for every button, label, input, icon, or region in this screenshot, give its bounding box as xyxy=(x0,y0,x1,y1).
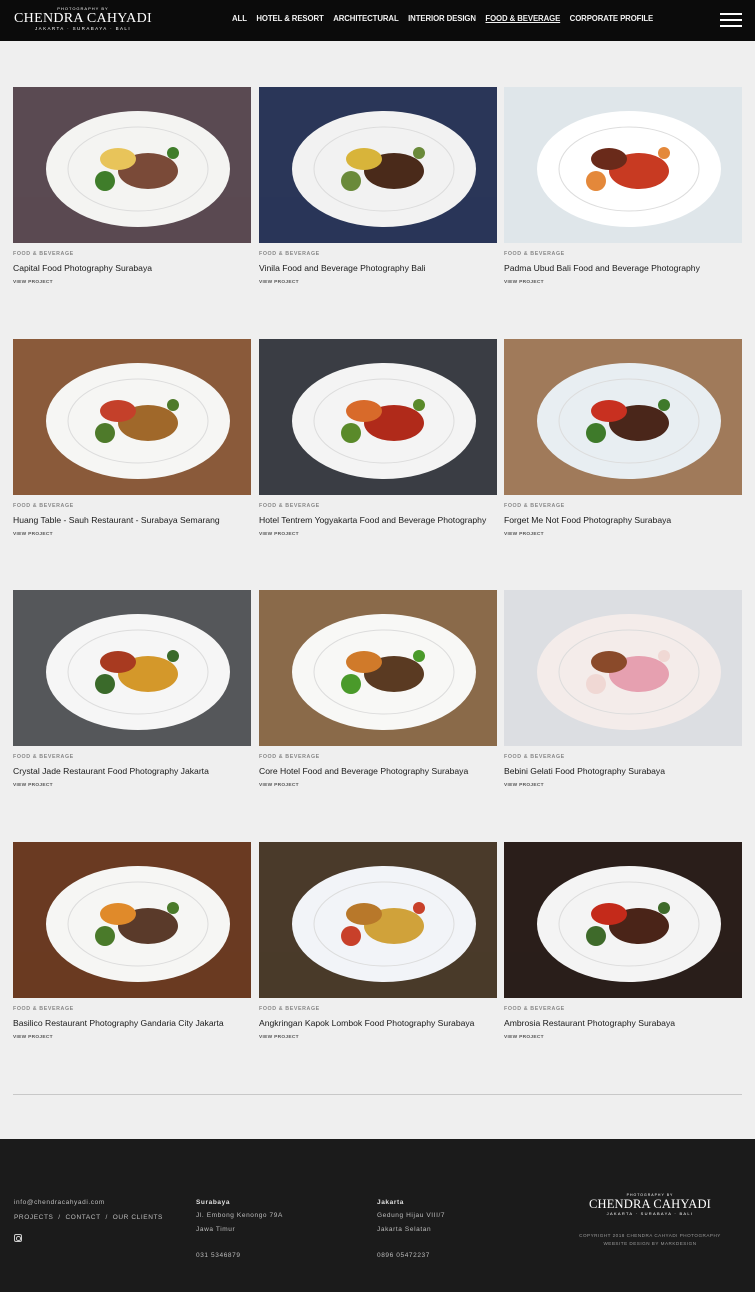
project-category: FOOD & BEVERAGE xyxy=(259,503,320,509)
project-title[interactable]: Bebini Gelati Food Photography Surabaya xyxy=(504,766,665,776)
project-photo[interactable] xyxy=(259,87,497,243)
footer-link-clients[interactable]: OUR CLIENTS xyxy=(113,1214,163,1221)
project-photo[interactable] xyxy=(259,842,497,998)
project-category: FOOD & BEVERAGE xyxy=(504,503,565,509)
project-card[interactable]: FOOD & BEVERAGE Bebini Gelati Food Photog… xyxy=(504,590,742,788)
surabaya-city: Surabaya xyxy=(196,1199,231,1206)
footer-copyright-block: COPYRIGHT 2018 CHENDRA CAHYADI PHOTOGRAP… xyxy=(570,1232,730,1248)
project-category: FOOD & BEVERAGE xyxy=(13,1006,74,1012)
copyright-text: COPYRIGHT 2018 CHENDRA CAHYADI PHOTOGRAP… xyxy=(579,1233,721,1238)
nav-corporate-profile[interactable]: CORPORATE PROFILE xyxy=(570,14,654,23)
design-credit: WEBSITE DESIGN BY MARKDESIGN xyxy=(603,1241,697,1246)
project-category: FOOD & BEVERAGE xyxy=(504,251,565,257)
jakarta-city: Jakarta xyxy=(377,1199,404,1206)
main-nav: ALL HOTEL & RESORT ARCHITECTURAL INTERIO… xyxy=(232,14,663,23)
surabaya-address: Jl. Embong Kenongo 79A xyxy=(196,1212,283,1219)
project-category: FOOD & BEVERAGE xyxy=(504,754,565,760)
project-title[interactable]: Angkringan Kapok Lombok Food Photography… xyxy=(259,1018,474,1028)
logo-name: CHENDRA CAHYADI xyxy=(14,11,152,26)
project-card[interactable]: FOOD & BEVERAGE Padma Ubud Bali Food and … xyxy=(504,87,742,285)
footer-email[interactable]: info@chendracahyadi.com xyxy=(14,1199,105,1206)
view-project-link[interactable]: VIEW PROJECT xyxy=(13,1035,53,1040)
project-card[interactable]: FOOD & BEVERAGE Huang Table - Sauh Restau… xyxy=(13,339,251,537)
project-category: FOOD & BEVERAGE xyxy=(504,1006,565,1012)
project-photo[interactable] xyxy=(259,590,497,746)
project-card[interactable]: FOOD & BEVERAGE Hotel Tentrem Yogyakarta … xyxy=(259,339,497,537)
site-footer: info@chendracahyadi.com PROJECTS / CONTA… xyxy=(0,1139,755,1292)
project-category: FOOD & BEVERAGE xyxy=(13,754,74,760)
project-photo[interactable] xyxy=(13,590,251,746)
view-project-link[interactable]: VIEW PROJECT xyxy=(504,532,544,537)
project-title[interactable]: Capital Food Photography Surabaya xyxy=(13,263,152,273)
project-photo[interactable] xyxy=(13,842,251,998)
view-project-link[interactable]: VIEW PROJECT xyxy=(504,1035,544,1040)
view-project-link[interactable]: VIEW PROJECT xyxy=(259,783,299,788)
project-card[interactable]: FOOD & BEVERAGE Core Hotel Food and Bever… xyxy=(259,590,497,788)
nav-interior-design[interactable]: INTERIOR DESIGN xyxy=(408,14,476,23)
nav-architectural[interactable]: ARCHITECTURAL xyxy=(333,14,399,23)
view-project-link[interactable]: VIEW PROJECT xyxy=(259,1035,299,1040)
view-project-link[interactable]: VIEW PROJECT xyxy=(13,280,53,285)
project-card[interactable]: FOOD & BEVERAGE Angkringan Kapok Lombok F… xyxy=(259,842,497,1040)
hamburger-icon[interactable] xyxy=(720,13,742,27)
footer-link-contact[interactable]: CONTACT xyxy=(66,1214,101,1221)
footer-link-projects[interactable]: PROJECTS xyxy=(14,1214,53,1221)
nav-food-beverage[interactable]: FOOD & BEVERAGE xyxy=(485,14,560,23)
project-category: FOOD & BEVERAGE xyxy=(259,251,320,257)
project-card[interactable]: FOOD & BEVERAGE Basilico Restaurant Photo… xyxy=(13,842,251,1040)
project-card[interactable]: FOOD & BEVERAGE Vinila Food and Beverage … xyxy=(259,87,497,285)
project-card[interactable]: FOOD & BEVERAGE Ambrosia Restaurant Photo… xyxy=(504,842,742,1040)
surabaya-region: Jawa Timur xyxy=(196,1226,236,1233)
view-project-link[interactable]: VIEW PROJECT xyxy=(13,783,53,788)
jakarta-region: Jakarta Selatan xyxy=(377,1226,432,1233)
project-title[interactable]: Hotel Tentrem Yogyakarta Food and Bevera… xyxy=(259,515,486,525)
project-category: FOOD & BEVERAGE xyxy=(13,251,74,257)
project-title[interactable]: Ambrosia Restaurant Photography Surabaya xyxy=(504,1018,675,1028)
nav-all[interactable]: ALL xyxy=(232,14,247,23)
project-category: FOOD & BEVERAGE xyxy=(259,1006,320,1012)
site-header: PHOTOGRAPHY BY CHENDRA CAHYADI JAKARTA ·… xyxy=(0,0,755,41)
project-card[interactable]: FOOD & BEVERAGE Crystal Jade Restaurant F… xyxy=(13,590,251,788)
instagram-icon[interactable] xyxy=(14,1234,22,1242)
view-project-link[interactable]: VIEW PROJECT xyxy=(504,783,544,788)
view-project-link[interactable]: VIEW PROJECT xyxy=(13,532,53,537)
surabaya-phone[interactable]: 031 5346879 xyxy=(196,1252,241,1259)
jakarta-phone[interactable]: 0896 05472237 xyxy=(377,1252,430,1259)
project-title[interactable]: Core Hotel Food and Beverage Photography… xyxy=(259,766,468,776)
view-project-link[interactable]: VIEW PROJECT xyxy=(504,280,544,285)
project-photo[interactable] xyxy=(259,339,497,495)
project-title[interactable]: Forget Me Not Food Photography Surabaya xyxy=(504,515,671,525)
project-photo[interactable] xyxy=(504,339,742,495)
project-photo[interactable] xyxy=(504,87,742,243)
project-title[interactable]: Padma Ubud Bali Food and Beverage Photog… xyxy=(504,263,700,273)
footer-divider xyxy=(13,1094,742,1095)
project-photo[interactable] xyxy=(504,842,742,998)
logo-cities: JAKARTA · SURABAYA · BALI xyxy=(35,26,131,31)
footer-links: PROJECTS / CONTACT / OUR CLIENTS xyxy=(14,1214,163,1221)
footer-logo-name: CHENDRA CAHYADI xyxy=(588,1197,712,1211)
footer-logo: PHOTOGRAPHY BY CHENDRA CAHYADI JAKARTA ·… xyxy=(588,1193,712,1217)
project-title[interactable]: Vinila Food and Beverage Photography Bal… xyxy=(259,263,426,273)
project-title[interactable]: Crystal Jade Restaurant Food Photography… xyxy=(13,766,209,776)
project-title[interactable]: Basilico Restaurant Photography Gandaria… xyxy=(13,1018,224,1028)
view-project-link[interactable]: VIEW PROJECT xyxy=(259,532,299,537)
project-category: FOOD & BEVERAGE xyxy=(13,503,74,509)
project-category: FOOD & BEVERAGE xyxy=(259,754,320,760)
site-logo[interactable]: PHOTOGRAPHY BY CHENDRA CAHYADI JAKARTA ·… xyxy=(13,6,153,32)
project-title[interactable]: Huang Table - Sauh Restaurant - Surabaya… xyxy=(13,515,220,525)
footer-logo-cities: JAKARTA · SURABAYA · BALI xyxy=(606,1211,694,1216)
jakarta-address: Gedung Hijau VIII/7 xyxy=(377,1212,446,1219)
project-photo[interactable] xyxy=(13,339,251,495)
project-photo[interactable] xyxy=(13,87,251,243)
project-photo[interactable] xyxy=(504,590,742,746)
project-card[interactable]: FOOD & BEVERAGE Capital Food Photography … xyxy=(13,87,251,285)
view-project-link[interactable]: VIEW PROJECT xyxy=(259,280,299,285)
project-card[interactable]: FOOD & BEVERAGE Forget Me Not Food Photog… xyxy=(504,339,742,537)
nav-hotel-resort[interactable]: HOTEL & RESORT xyxy=(256,14,323,23)
